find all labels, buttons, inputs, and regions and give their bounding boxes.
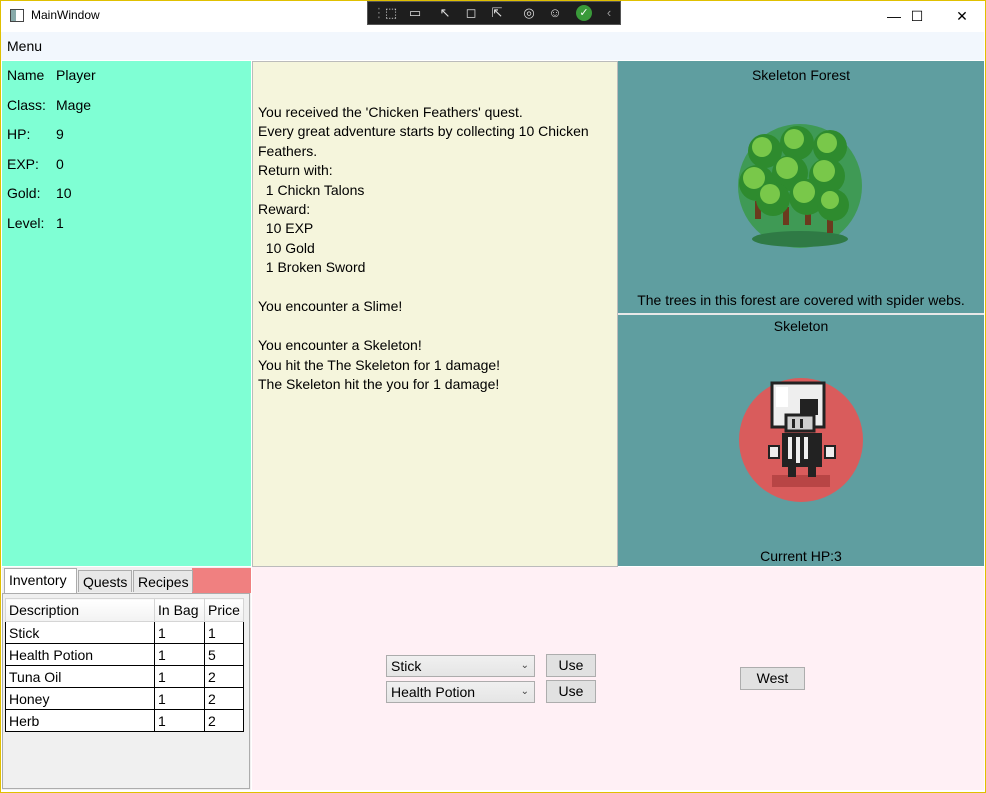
skeleton-image bbox=[739, 378, 863, 502]
weapon-select-value: Stick bbox=[391, 658, 422, 674]
cell-description: Honey bbox=[5, 687, 155, 710]
accessibility-icon[interactable]: ☺ bbox=[546, 5, 564, 21]
table-row[interactable]: Honey 1 2 bbox=[5, 687, 244, 710]
weapon-select[interactable]: Stick ⌄ bbox=[386, 655, 535, 677]
track-focus-icon[interactable]: ◎ bbox=[520, 5, 538, 21]
app-icon bbox=[10, 9, 24, 22]
player-stats-panel: Name Player Class: Mage HP: 9 EXP: 0 Gol… bbox=[2, 61, 251, 566]
message-line: Feathers. bbox=[258, 143, 318, 159]
game-messages-log[interactable]: You received the 'Chicken Feathers' ques… bbox=[252, 61, 618, 567]
table-row[interactable]: Health Potion 1 5 bbox=[5, 643, 244, 666]
cursor-icon[interactable]: ↖ bbox=[436, 5, 454, 21]
west-button[interactable]: West bbox=[740, 667, 805, 690]
message-line: You hit the The Skeleton for 1 damage! bbox=[258, 357, 501, 373]
player-tabs: Inventory Quests Recipes Description In … bbox=[2, 567, 251, 790]
cell-in-bag: 1 bbox=[154, 687, 205, 710]
consumable-select-value: Health Potion bbox=[391, 684, 476, 700]
maximize-button[interactable]: ☐ bbox=[894, 2, 940, 31]
message-line: Every great adventure starts by collecti… bbox=[258, 123, 589, 139]
stat-label: Name bbox=[7, 67, 45, 83]
collapse-chevron-icon[interactable]: ‹ bbox=[600, 5, 618, 21]
cell-description: Tuna Oil bbox=[5, 665, 155, 688]
window-title: MainWindow bbox=[31, 8, 100, 22]
stat-value: Player bbox=[56, 67, 96, 83]
message-line: 10 Gold bbox=[258, 240, 315, 256]
stat-value: 9 bbox=[56, 126, 64, 142]
layout-icon[interactable]: ⇱ bbox=[488, 5, 506, 21]
cell-in-bag: 1 bbox=[154, 621, 205, 644]
tab-strip-background bbox=[192, 568, 251, 593]
select-element-icon[interactable]: ⬚ bbox=[382, 5, 400, 21]
tab-quests[interactable]: Quests bbox=[78, 570, 132, 592]
stat-label: EXP: bbox=[7, 156, 39, 172]
monster-panel: Skeleton Current HP:3 bbox=[618, 315, 984, 566]
stat-label: Gold: bbox=[7, 185, 41, 201]
stat-label: HP: bbox=[7, 126, 31, 142]
stat-value: Mage bbox=[56, 97, 92, 113]
menu-bar: Menu bbox=[1, 32, 984, 60]
forest-image bbox=[738, 124, 862, 248]
menu-item[interactable]: Menu bbox=[7, 38, 42, 54]
chevron-down-icon: ⌄ bbox=[520, 686, 529, 697]
cell-price: 2 bbox=[204, 665, 244, 688]
message-line: 10 EXP bbox=[258, 220, 314, 236]
table-row[interactable]: Tuna Oil 1 2 bbox=[5, 665, 244, 688]
inventory-tab-content: Description In Bag Price Stick 1 1 Healt… bbox=[2, 593, 250, 789]
xaml-debug-toolbar: ⋮ ⬚ ▭ ↖ ◻ ⇱ ◎ ☺ ✓ ‹ bbox=[367, 1, 621, 25]
message-line: 1 Chickn Talons bbox=[258, 182, 365, 198]
cell-in-bag: 1 bbox=[154, 709, 205, 732]
use-consumable-button[interactable]: Use bbox=[546, 680, 596, 703]
column-header-in-bag[interactable]: In Bag bbox=[154, 598, 205, 622]
stat-label: Class: bbox=[7, 97, 46, 113]
use-weapon-button[interactable]: Use bbox=[546, 654, 596, 677]
chevron-down-icon: ⌄ bbox=[520, 660, 529, 671]
message-line: You encounter a Slime! bbox=[258, 298, 403, 314]
table-row[interactable]: Herb 1 2 bbox=[5, 709, 244, 732]
location-panel: Skeleton Forest The trees in this forest… bbox=[618, 61, 984, 313]
location-description: The trees in this forest are covered wit… bbox=[637, 292, 965, 308]
column-header-price[interactable]: Price bbox=[204, 598, 244, 622]
message-line: You encounter a Skeleton! bbox=[258, 337, 422, 353]
stat-value: 10 bbox=[56, 185, 72, 201]
stat-value: 0 bbox=[56, 156, 64, 172]
cell-description: Health Potion bbox=[5, 643, 155, 666]
stat-value: 1 bbox=[56, 215, 64, 231]
cell-description: Herb bbox=[5, 709, 155, 732]
cell-price: 2 bbox=[204, 687, 244, 710]
message-line: Reward: bbox=[258, 201, 311, 217]
location-name: Skeleton Forest bbox=[751, 67, 851, 83]
monster-hp: Current HP:3 bbox=[760, 548, 842, 564]
binding-ok-icon[interactable]: ✓ bbox=[576, 5, 592, 21]
inventory-grid: Description In Bag Price Stick 1 1 Healt… bbox=[5, 598, 244, 732]
consumable-select[interactable]: Health Potion ⌄ bbox=[386, 681, 535, 703]
close-button[interactable]: ✕ bbox=[939, 2, 985, 31]
stat-label: Level: bbox=[7, 215, 45, 231]
inventory-header-row: Description In Bag Price bbox=[5, 598, 244, 622]
action-panel: Stick ⌄ Use Health Potion ⌄ Use West bbox=[252, 567, 984, 790]
tab-inventory[interactable]: Inventory bbox=[4, 568, 77, 593]
cell-in-bag: 1 bbox=[154, 643, 205, 666]
table-row[interactable]: Stick 1 1 bbox=[5, 621, 244, 644]
cell-in-bag: 1 bbox=[154, 665, 205, 688]
message-line: You received the 'Chicken Feathers' ques… bbox=[258, 104, 523, 120]
message-line: Return with: bbox=[258, 162, 333, 178]
cell-price: 1 bbox=[204, 621, 244, 644]
live-preview-icon[interactable]: ▭ bbox=[406, 5, 424, 21]
cell-description: Stick bbox=[5, 621, 155, 644]
message-line: The Skeleton hit the you for 1 damage! bbox=[258, 376, 500, 392]
cell-price: 5 bbox=[204, 643, 244, 666]
bounds-icon[interactable]: ◻ bbox=[462, 5, 480, 21]
column-header-description[interactable]: Description bbox=[5, 598, 155, 622]
cell-price: 2 bbox=[204, 709, 244, 732]
tab-recipes[interactable]: Recipes bbox=[133, 570, 193, 592]
monster-name: Skeleton bbox=[773, 318, 829, 334]
message-line: 1 Broken Sword bbox=[258, 259, 366, 275]
